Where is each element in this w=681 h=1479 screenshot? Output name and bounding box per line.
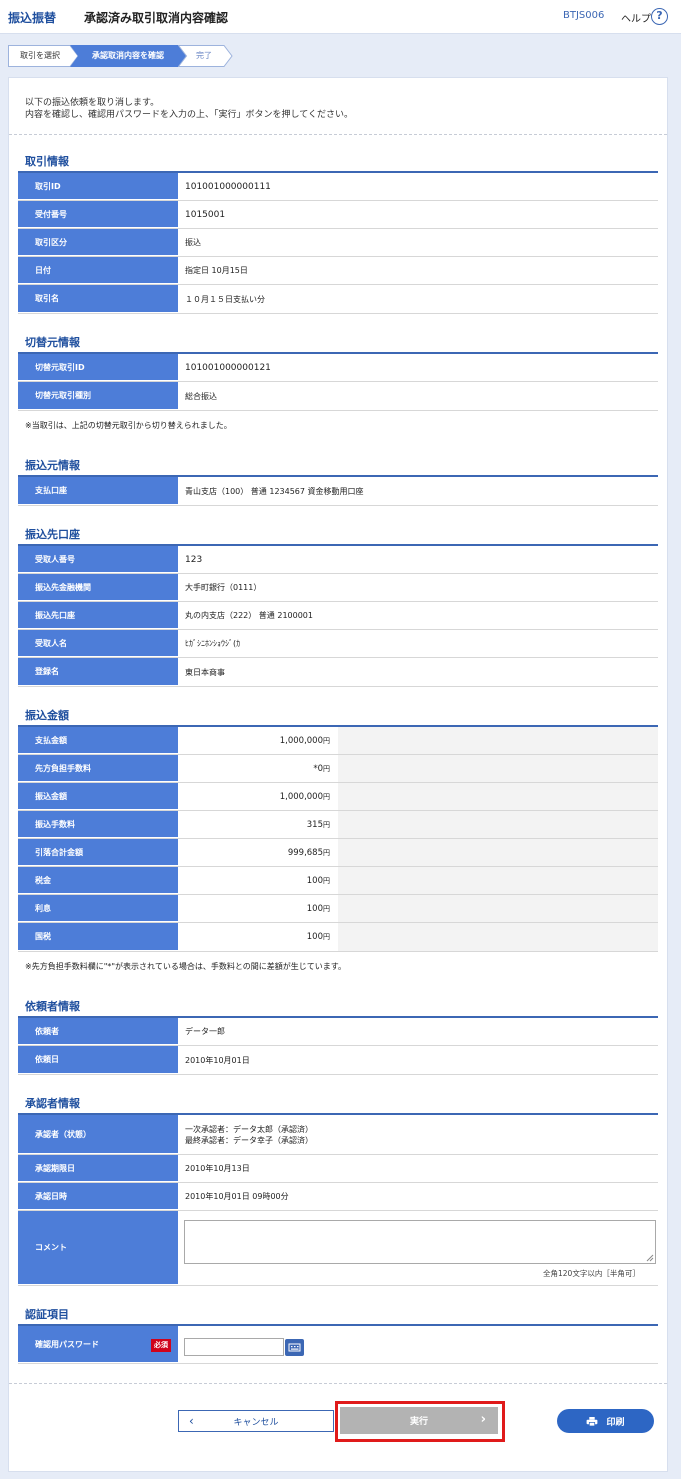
table-row: 受取人番号 123 [18,546,658,574]
table-row: 引落合計金額 999,685 円 [18,839,658,867]
table-row: 承認日時 2010年10月01日 09時00分 [18,1183,658,1211]
table-row: 依頼日 2010年10月01日 [18,1046,658,1075]
table-row: 依頼者 データ一郎 [18,1018,658,1046]
table-row: 受付番号 1015001 [18,201,658,229]
software-keyboard-icon[interactable] [285,1339,304,1356]
table-row: 切替元取引種別 総合振込 [18,382,658,411]
resize-handle-icon[interactable] [646,1254,654,1262]
table-row: 先方負担手数料 *0 円 [18,755,658,783]
section-title-requester: 依頼者情報 [25,1000,80,1013]
help-icon[interactable]: ? [651,8,668,25]
table-row: 振込先金融機関 大手町銀行（0111） [18,574,658,602]
table-row: 切替元取引ID 101001000000121 [18,354,658,382]
table-row: 振込先口座 丸の内支店（222） 普通 2100001 [18,602,658,630]
step-confirm-current: 承認取消内容を確認 [70,45,188,67]
table-row: 振込金額 1,000,000 円 [18,783,658,811]
switch-note: ※当取引は、上記の切替元取引から切り替えられました。 [25,421,232,430]
confirm-password-input[interactable] [184,1338,284,1356]
table-row: 支払口座 青山支店（100） 普通 1234567 資金移動用口座 [18,477,658,506]
section-title-auth: 認証項目 [25,1308,69,1321]
table-row: 利息 100 円 [18,895,658,923]
print-button[interactable]: 印刷 [557,1409,654,1433]
printer-icon [587,1416,598,1426]
help-link[interactable]: ヘルプ [621,10,651,25]
section-title-switch-source: 切替元情報 [25,336,80,349]
table-row: 日付 指定日 10月15日 [18,257,658,285]
table-row: 税金 100 円 [18,867,658,895]
step-select: 取引を選択 [8,45,79,67]
table-row: 受取人名 ﾋｶﾞｼﾆﾎﾝｼｮｳｼﾞ(ｶ [18,630,658,658]
section-title-approver: 承認者情報 [25,1097,80,1110]
required-badge: 必須 [151,1339,171,1352]
table-row: 取引区分 振込 [18,229,658,257]
chevron-left-icon: ‹ [189,1414,194,1428]
fee-note: ※先方負担手数料欄に"*"が表示されている場合は、手数料との間に差額が生じていま… [25,962,346,971]
table-row: 承認者（状態） 一次承認者：データ太郎（承認済） 最終承認者：データ幸子（承認済） [18,1115,658,1155]
table-row: 取引名 １０月１５日支払い分 [18,285,658,314]
execute-button[interactable]: 実行 › [340,1407,498,1434]
section-title-transaction: 取引情報 [25,155,69,168]
table-row: 確認用パスワード [18,1326,658,1364]
divider [9,134,667,135]
chevron-right-icon: › [480,1412,486,1427]
intro-text: 以下の振込依頼を取り消します。 内容を確認し、確認用パスワードを入力の上、「実行… [25,98,353,120]
header-bar: 振込振替 承認済み取引取消内容確認 BTJS006 ヘルプ ? [0,0,681,34]
table-row: 取引ID 101001000000111 [18,173,658,201]
section-title-amount: 振込金額 [25,709,69,722]
table-row: 承認期限日 2010年10月13日 [18,1155,658,1183]
table-row: 支払金額 1,000,000 円 [18,727,658,755]
table-row: 振込手数料 315 円 [18,811,658,839]
app-brand: 振込振替 [8,11,57,25]
cancel-button[interactable]: ‹ キャンセル [178,1410,334,1432]
screen-code: BTJS006 [563,10,605,21]
section-title-destination: 振込先口座 [25,528,80,541]
comment-textarea[interactable] [184,1220,656,1264]
section-title-source-account: 振込元情報 [25,459,80,472]
step-complete: 完了 [178,45,234,67]
comment-limit-hint: 全角120文字以内［半角可］ [543,1269,640,1278]
table-row: 国税 100 円 [18,923,658,952]
table-row: 登録名 東日本商事 [18,658,658,687]
page-title: 承認済み取引取消内容確認 [84,11,229,25]
divider [9,1383,667,1384]
